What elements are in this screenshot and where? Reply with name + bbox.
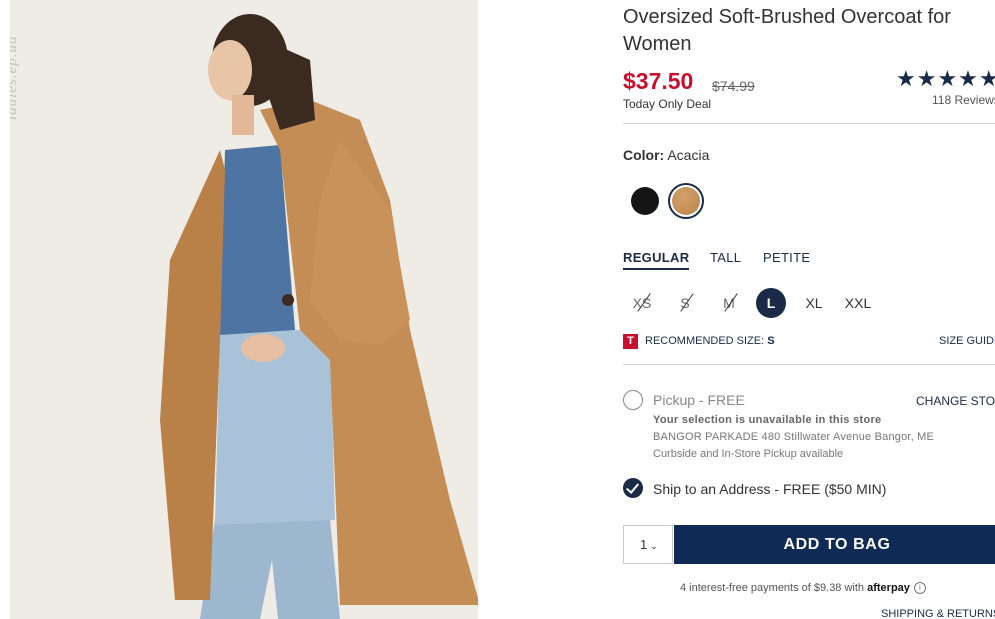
recommended-size[interactable]: RECOMMENDED SIZE: S bbox=[645, 335, 775, 347]
store-address: BANGOR PARKADE 480 Stillwater Avenue Ban… bbox=[653, 431, 935, 443]
afterpay-text: 4 interest-free payments of $9.38 with bbox=[680, 582, 865, 594]
color-label: Color: bbox=[623, 147, 665, 163]
afterpay-message: 4 interest-free payments of $9.38 with a… bbox=[680, 582, 926, 595]
tab-regular[interactable]: REGULAR bbox=[623, 250, 690, 270]
star-rating-icon[interactable]: ★★★★★ bbox=[896, 66, 995, 92]
afterpay-logo: afterpay bbox=[867, 582, 910, 594]
chevron-down-icon: ⌄ bbox=[650, 541, 658, 551]
shipping-returns-link[interactable]: SHIPPING & RETURNS bbox=[881, 608, 995, 619]
ship-label: Ship to an Address - FREE ($50 MIN) bbox=[653, 481, 887, 497]
quantity-value: 1 bbox=[640, 537, 648, 552]
pickup-radio[interactable] bbox=[623, 390, 643, 410]
original-price: $74.99 bbox=[712, 78, 755, 94]
divider bbox=[623, 123, 995, 124]
size-xs-button[interactable]: XS bbox=[627, 288, 657, 318]
sale-price: $37.50 bbox=[623, 68, 694, 94]
product-image[interactable]: ladies.ep.ua bbox=[10, 0, 478, 619]
change-store-link[interactable]: CHANGE STORE bbox=[916, 394, 995, 408]
size-guide-link[interactable]: SIZE GUIDE bbox=[939, 335, 995, 347]
size-xl-button[interactable]: XL bbox=[799, 288, 829, 318]
recommended-size-value: S bbox=[767, 335, 775, 347]
size-s-button[interactable]: S bbox=[670, 288, 700, 318]
tab-petite[interactable]: PETITE bbox=[763, 250, 810, 265]
color-label-row: Color: Acacia bbox=[623, 147, 709, 163]
size-m-button[interactable]: M bbox=[714, 288, 744, 318]
quantity-select[interactable]: 1 ⌄ bbox=[623, 525, 673, 564]
deal-label: Today Only Deal bbox=[623, 97, 712, 111]
size-xxl-button[interactable]: XXL bbox=[842, 288, 874, 318]
model-photo-illustration bbox=[10, 0, 478, 619]
color-selected-name: Acacia bbox=[667, 147, 710, 163]
tab-tall[interactable]: TALL bbox=[710, 250, 741, 265]
store-unavailable-message: Your selection is unavailable in this st… bbox=[653, 414, 882, 426]
pickup-label: Pickup - FREE bbox=[653, 392, 745, 408]
swatch-black[interactable] bbox=[631, 187, 659, 215]
add-to-bag-button[interactable]: ADD TO BAG bbox=[674, 525, 995, 564]
product-info-panel: Oversized Soft-Brushed Overcoat for Wome… bbox=[623, 0, 995, 619]
swatch-acacia[interactable] bbox=[672, 187, 700, 215]
size-l-button[interactable]: L bbox=[756, 288, 786, 318]
ship-radio-checked[interactable] bbox=[623, 478, 643, 498]
recommended-size-label: RECOMMENDED SIZE: bbox=[645, 335, 765, 347]
info-icon[interactable]: i bbox=[913, 582, 926, 595]
reviews-link[interactable]: 118 Reviews bbox=[932, 93, 995, 107]
true-fit-logo-icon: T bbox=[623, 334, 638, 349]
divider bbox=[623, 364, 995, 365]
curbside-note: Curbside and In-Store Pickup available bbox=[653, 448, 844, 460]
watermark: ladies.ep.ua bbox=[10, 35, 20, 121]
product-title: Oversized Soft-Brushed Overcoat for Wome… bbox=[623, 6, 951, 55]
